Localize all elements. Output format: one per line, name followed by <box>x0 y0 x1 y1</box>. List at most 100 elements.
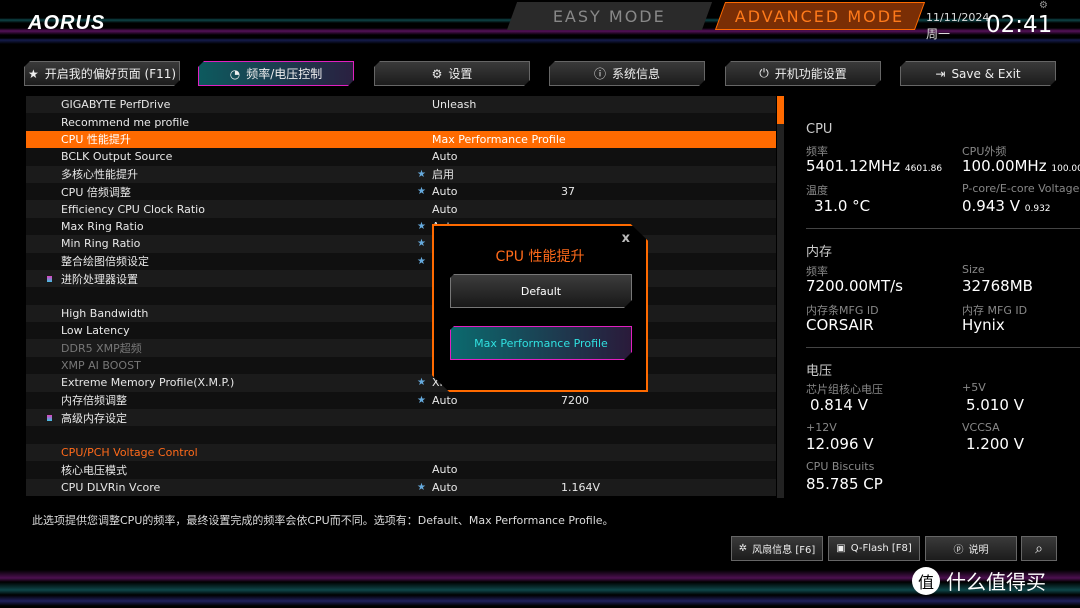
setting-value[interactable]: Auto <box>432 185 458 198</box>
setting-row[interactable]: 多核心性能提升 ★ 启用 <box>26 165 776 183</box>
scrollbar-thumb[interactable] <box>777 96 784 124</box>
setting-row[interactable]: 内存倍频调整 ★ Auto 7200 <box>26 391 776 410</box>
tab-settings[interactable]: ⚙ 设置 <box>374 61 530 86</box>
setting-row[interactable]: 整合绘图倍频设定★Auto <box>26 252 776 270</box>
favorite-star-icon[interactable]: ★ <box>417 221 426 232</box>
vccsa-label: VCCSA <box>962 421 1000 434</box>
setting-row[interactable]: BCLK Output Source Auto <box>26 148 776 166</box>
favorite-star-icon[interactable]: ★ <box>417 256 426 267</box>
setting-label: Low Latency <box>61 324 130 338</box>
close-icon[interactable]: x <box>622 231 630 246</box>
setting-label: Min Ring Ratio <box>61 237 141 251</box>
favorite-star-icon[interactable]: ★ <box>417 482 426 493</box>
setting-row[interactable]: Extreme Memory Profile(X.M.P.)★XMP I44-4… <box>26 374 776 392</box>
scrollbar[interactable] <box>777 96 784 498</box>
favorite-star-icon[interactable]: ★ <box>417 169 426 180</box>
setting-row[interactable]: High Bandwidth启用 <box>26 304 776 323</box>
setting-label: 整合绘图倍频设定 <box>61 255 149 269</box>
favorite-star-icon[interactable]: ★ <box>417 186 426 197</box>
cpu-performance-popup: x CPU 性能提升 Default Max Performance Profi… <box>432 224 648 392</box>
divider <box>806 228 1080 229</box>
setting-label: CPU/PCH Voltage Control <box>61 446 198 459</box>
tab-favorites[interactable]: ★ 开启我的偏好页面 (F11) <box>24 61 180 86</box>
v12-voltage: 12.096 V <box>806 435 874 453</box>
setting-label: High Bandwidth <box>61 306 149 320</box>
tab-system-info[interactable]: ⓘ 系统信息 <box>549 61 705 86</box>
cpu-freq: 5401.12MHz 4601.86 <box>806 157 942 175</box>
pch-label: 芯片组核心电压 <box>806 383 883 396</box>
biscuits: 85.785 CP <box>806 475 883 493</box>
setting-row: CPU/PCH Voltage Control <box>26 443 776 462</box>
setting-value[interactable]: Auto <box>432 203 458 216</box>
setting-label: DDR5 XMP超频 <box>61 342 142 356</box>
fan-info-button[interactable]: ✲ 风扇信息 [F6] <box>731 536 823 561</box>
setting-label: 高级内存设定 <box>61 411 127 425</box>
setting-value[interactable]: Auto <box>432 481 458 494</box>
setting-row[interactable]: CPU DLVRin Vcore ★ Auto 1.164V <box>26 478 776 496</box>
setting-value[interactable]: 启用 <box>432 166 454 182</box>
vccsa-voltage: 1.200 V <box>966 435 1024 453</box>
option-max-performance[interactable]: Max Performance Profile <box>450 326 632 360</box>
gear-icon: ⚙ <box>431 66 443 81</box>
search-icon: ⌕ <box>1035 540 1043 557</box>
bclk-sub: 100.00 <box>1051 164 1080 174</box>
setting-row[interactable]: 进阶处理器设置 <box>26 269 776 288</box>
submenu-icon <box>47 275 52 282</box>
setting-row[interactable]: Max Ring Ratio★Auto <box>26 217 776 236</box>
mem-size: 32768MB <box>962 277 1033 295</box>
tab-label: 开启我的偏好页面 (F11) <box>44 67 177 81</box>
v12-label: +12V <box>806 421 837 434</box>
vcore-sub: 0.932 <box>1024 204 1051 214</box>
setting-label: 内存倍频调整 <box>61 394 127 408</box>
submenu-icon <box>47 415 52 422</box>
option-default[interactable]: Default <box>450 274 632 308</box>
easy-mode-label: EASY MODE <box>553 6 666 26</box>
popup-title: CPU 性能提升 <box>495 249 585 265</box>
weekday: 周一 <box>926 27 951 41</box>
setting-row[interactable]: CPU 倍频调整 ★ Auto 37 <box>26 182 776 201</box>
tab-label: 开机功能设置 <box>774 67 847 81</box>
setting-label: Max Ring Ratio <box>61 219 144 233</box>
setting-row[interactable]: Min Ring Ratio★Auto <box>26 235 776 253</box>
easy-mode-button[interactable]: EASY MODE <box>506 2 713 30</box>
date: 11/11/2024 <box>926 11 990 24</box>
setting-value[interactable]: Auto <box>432 463 458 476</box>
setting-row <box>26 426 776 444</box>
tab-tweaker[interactable]: ◔ 频率/电压控制 <box>198 61 354 86</box>
setting-value[interactable]: Max Performance Profile <box>432 133 566 146</box>
tab-boot[interactable]: ⏻ 开机功能设置 <box>725 61 881 86</box>
setting-value[interactable]: Auto <box>432 150 458 163</box>
setting-value[interactable]: Unleash <box>432 98 476 111</box>
memory-section-title: 内存 <box>806 245 833 260</box>
vcore-label: P-core/E-core Voltage <box>962 182 1080 195</box>
setting-label: Recommend me profile <box>61 115 190 129</box>
star-icon: ★ <box>27 66 39 81</box>
advanced-mode-button[interactable]: ADVANCED MODE <box>714 2 926 30</box>
mem-chip: Hynix <box>962 316 1005 334</box>
favorite-star-icon[interactable]: ★ <box>417 238 426 249</box>
question-icon: ⓟ <box>953 545 964 556</box>
qflash-button[interactable]: ▣ Q-Flash [F8] <box>828 536 920 561</box>
setting-row[interactable]: 高级内存设定 <box>26 409 776 427</box>
setting-row[interactable]: CPU 性能提升 Max Performance Profile <box>26 130 776 149</box>
setting-row[interactable]: Recommend me profile <box>26 113 776 131</box>
cpu-section-title: CPU <box>806 122 833 137</box>
setting-row <box>26 287 776 305</box>
setting-row[interactable]: GIGABYTE PerfDrive Unleash <box>26 96 776 114</box>
setting-row[interactable]: Efficiency CPU Clock Ratio Auto <box>26 200 776 218</box>
clock: 02:41 <box>986 12 1053 38</box>
setting-row[interactable]: Low Latency启用 <box>26 322 776 340</box>
chip-icon: ▣ <box>836 543 846 554</box>
setting-value[interactable]: Auto <box>432 394 458 407</box>
bclk: 100.00MHz 100.00 <box>962 157 1080 175</box>
fan-label: 风扇信息 [F6] <box>752 545 816 556</box>
favorite-star-icon[interactable]: ★ <box>417 395 426 406</box>
favorite-star-icon[interactable]: ★ <box>417 377 426 388</box>
tab-save-exit[interactable]: ⇥ Save & Exit <box>900 61 1056 86</box>
setting-current-value: 1.164V <box>561 480 601 494</box>
v5-voltage: 5.010 V <box>966 396 1024 414</box>
setting-row[interactable]: 核心电压模式 Auto <box>26 461 776 479</box>
settings-icon[interactable]: ⚙ <box>1039 0 1048 11</box>
search-button[interactable]: ⌕ <box>1021 536 1057 561</box>
help-button[interactable]: ⓟ 说明 <box>925 536 1017 561</box>
